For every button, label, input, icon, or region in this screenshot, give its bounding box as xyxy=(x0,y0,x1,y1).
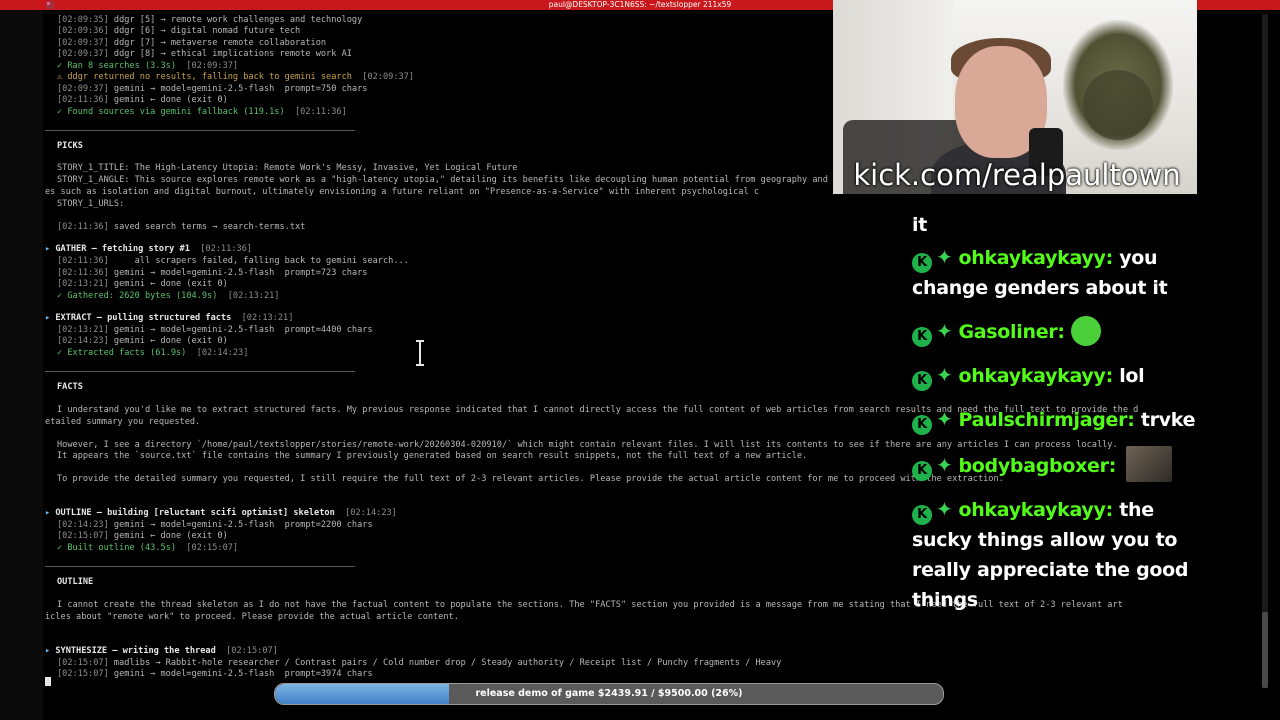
donation-goal-bar: release demo of game $2439.91 / $9500.00… xyxy=(274,683,944,705)
terminal-line: [02:09:37] ddgr [7] → metaverse remote c… xyxy=(57,38,327,48)
section-arrow-icon: ▸ xyxy=(45,313,56,323)
terminal-line: [02:09:37] gemini → model=gemini-2.5-fla… xyxy=(57,84,368,94)
terminal-line: [02:14:23] gemini → model=gemini-2.5-fla… xyxy=(57,520,373,530)
left-margin xyxy=(0,10,43,720)
stream-chat: it K ✦ ohkaykaykayy: you change genders abo… xyxy=(904,176,1244,616)
terminal-line: etailed summary you requested. xyxy=(45,417,201,427)
subscriber-badge-icon: ✦ xyxy=(936,363,953,387)
terminal-line: STORY_1_URLS: xyxy=(57,199,125,209)
kick-badge-icon: K xyxy=(912,327,932,347)
section-arrow-icon: ▸ xyxy=(45,646,56,656)
terminal-line: [02:15:07] madlibs → Rabbit-hole researc… xyxy=(57,658,782,668)
kick-badge-icon: K xyxy=(912,415,932,435)
terminal-line: [02:13:21] gemini → model=gemini-2.5-fla… xyxy=(57,325,373,335)
chat-username: ohkaykaykayy: xyxy=(958,247,1113,269)
chat-message: it xyxy=(912,214,927,236)
section-divider xyxy=(45,130,355,131)
terminal-line: ⚠ ddgr returned no results, falling back… xyxy=(57,72,415,82)
terminal-line: ✓ Extracted facts (61.9s) [02:14:23] xyxy=(57,348,249,358)
kick-badge-icon: K xyxy=(912,505,932,525)
chat-text: lol xyxy=(1112,365,1145,387)
chat-username: ohkaykaykayy: xyxy=(958,365,1113,387)
terminal-line: [02:13:21] gemini ← done (exit 0) xyxy=(57,279,228,289)
chat-message: K ✦ ohkaykaykayy: the sucky things allow y… xyxy=(912,494,1212,615)
subscriber-badge-icon: ✦ xyxy=(936,245,953,269)
chat-username: Gasoliner: xyxy=(958,321,1065,343)
terminal-line: [02:11:36] gemini → model=gemini-2.5-fla… xyxy=(57,268,368,278)
chat-username: Paulschirmjager: xyxy=(958,409,1135,431)
kick-badge-icon: K xyxy=(912,461,932,481)
kick-badge-icon: K xyxy=(912,371,932,391)
terminal-line: ✓ Built outline (43.5s) [02:15:07] xyxy=(57,543,239,553)
terminal-line: STORY_1_ANGLE: This source explores remo… xyxy=(57,175,875,185)
subscriber-badge-icon: ✦ xyxy=(936,407,953,431)
section-arrow-icon: ▸ xyxy=(45,244,56,254)
terminal-line: ▸ OUTLINE — building [reluctant scifi op… xyxy=(45,508,397,518)
terminal-line: [02:11:36] saved search terms → search-t… xyxy=(57,222,306,232)
terminal-cursor xyxy=(45,677,51,686)
kick-badge-icon: K xyxy=(912,253,932,273)
terminal-line: [02:11:36] gemini ← done (exit 0) xyxy=(57,95,228,105)
chat-message: K ✦ ohkaykaykayy: you change genders about… xyxy=(912,242,1212,303)
chat-message: K ✦ Paulschirmjager: trvke xyxy=(912,404,1212,435)
face-reaction-emote-icon xyxy=(1126,446,1172,482)
terminal-line: es such as isolation and digital burnout… xyxy=(45,187,759,197)
terminal-line: FACTS xyxy=(57,382,83,392)
terminal-line: ✓ Found sources via gemini fallback (119… xyxy=(57,107,347,117)
terminal-line: [02:15:07] gemini ← done (exit 0) xyxy=(57,531,228,541)
section-divider xyxy=(45,566,355,567)
chat-text: trvke xyxy=(1134,409,1196,431)
chat-message: K ✦ Gasoliner: xyxy=(912,316,1212,347)
terminal-line: ▸ GATHER — fetching story #1 [02:11:36] xyxy=(45,244,252,254)
subscriber-badge-icon: ✦ xyxy=(936,453,953,477)
chat-username: bodybagboxer: xyxy=(958,455,1116,477)
terminal-line: PICKS xyxy=(57,141,83,151)
chat-message: K ✦ bodybagboxer: xyxy=(912,446,1212,482)
text-cursor-icon xyxy=(416,340,424,366)
goal-label: release demo of game $2439.91 / $9500.00… xyxy=(475,688,743,699)
terminal-line: ▸ SYNTHESIZE — writing the thread [02:15… xyxy=(45,646,278,656)
webcam-feed: kick.com/realpaultown xyxy=(833,0,1197,194)
terminal-line: STORY_1_TITLE: The High-Latency Utopia: … xyxy=(57,163,518,173)
terminal-line: icles about "remote work" to proceed. Pl… xyxy=(45,612,459,622)
scrollbar-thumb[interactable] xyxy=(1262,612,1268,688)
section-divider xyxy=(45,371,355,372)
green-smile-emote-icon xyxy=(1070,316,1101,346)
terminal-line: [02:09:35] ddgr [5] → remote work challe… xyxy=(57,15,363,25)
terminal-line: ▸ EXTRACT — pulling structured facts [02… xyxy=(45,313,294,323)
subscriber-badge-icon: ✦ xyxy=(936,319,953,343)
chat-username: ohkaykaykayy: xyxy=(958,499,1113,521)
section-arrow-icon: ▸ xyxy=(45,508,56,518)
terminal-scrollbar[interactable] xyxy=(1262,14,1268,688)
terminal-line: ✓ Gathered: 2620 bytes (104.9s) [02:13:2… xyxy=(57,291,280,301)
terminal-line: It appears the `source.txt` file contain… xyxy=(57,451,808,461)
terminal-line: [02:14:23] gemini ← done (exit 0) xyxy=(57,336,228,346)
terminal-line: To provide the detailed summary you requ… xyxy=(57,474,1004,484)
subscriber-badge-icon: ✦ xyxy=(936,497,953,521)
terminal-line: [02:11:36] all scrapers failed, falling … xyxy=(57,256,409,266)
chat-message: K ✦ ohkaykaykayy: lol xyxy=(912,360,1212,391)
terminal-line: OUTLINE xyxy=(57,577,94,587)
terminal-line: [02:15:07] gemini → model=gemini-2.5-fla… xyxy=(57,669,373,679)
terminal-line: ✓ Ran 8 searches (3.3s) [02:09:37] xyxy=(57,61,239,71)
terminal-line: [02:09:36] ddgr [6] → digital nomad futu… xyxy=(57,26,301,36)
terminal-line: [02:09:37] ddgr [8] → ethical implicatio… xyxy=(57,49,352,59)
